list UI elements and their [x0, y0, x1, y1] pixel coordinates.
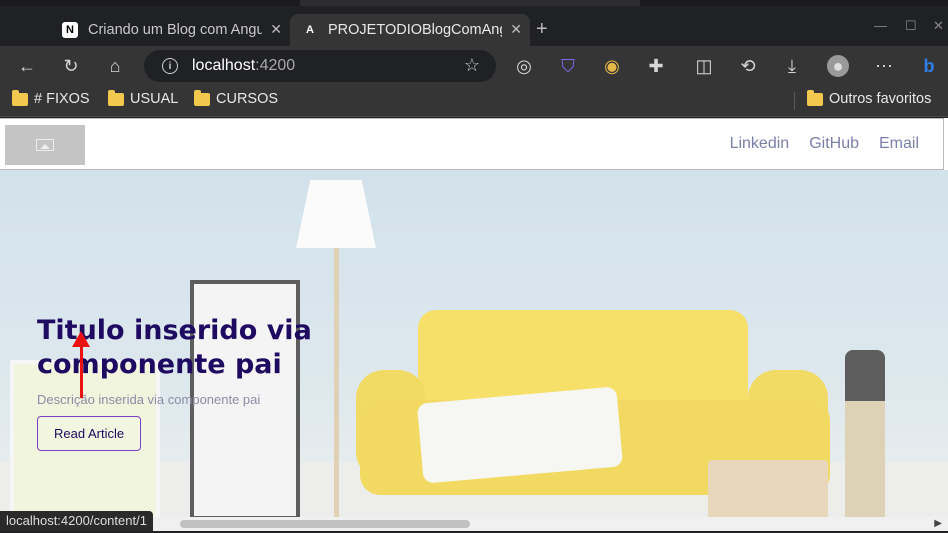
hero-description: Descrição inserida via componente pai — [37, 392, 261, 407]
annotation-arrow — [80, 338, 83, 398]
nav-link-github[interactable]: GitHub — [809, 135, 859, 153]
bookmark-outros-favoritos[interactable]: Outros favoritos — [807, 89, 932, 107]
bitwarden-shield-icon[interactable]: ⛉ — [557, 55, 579, 77]
hero-banner: Titulo inserido via componente pai Descr… — [0, 170, 948, 517]
hero-title: Titulo inserido via componente pai — [37, 315, 312, 380]
downloads-icon[interactable]: ⤓ — [781, 55, 803, 77]
address-bar[interactable]: i localhost :4200 ☆ — [144, 50, 496, 82]
new-tab-icon[interactable]: + — [536, 18, 548, 41]
back-icon[interactable]: ← — [16, 55, 38, 77]
site-logo-placeholder[interactable] — [5, 125, 85, 165]
address-host: localhost — [192, 57, 256, 74]
bookmark-label: # FIXOS — [34, 91, 90, 107]
bookmark-cursos[interactable]: CURSOS — [194, 89, 279, 107]
minimize-icon[interactable]: — — [874, 18, 887, 33]
tab-projeto-dio[interactable]: A PROJETODIOBlogComAngular ✕ — [290, 14, 530, 46]
site-info-icon[interactable]: i — [162, 58, 178, 74]
read-article-button[interactable]: Read Article — [37, 416, 142, 451]
folder-icon — [807, 89, 823, 106]
angular-favicon-icon: A — [306, 24, 314, 36]
status-bar-url: localhost:4200/content/1 — [0, 511, 153, 531]
folder-icon — [194, 89, 210, 106]
site-navbar: Linkedin GitHub Email — [0, 118, 944, 170]
browser-toolbar: ← ↻ ⌂ i localhost :4200 ☆ ◎ ⛉ ◉ ✚ ◫ ⟲ ⤓ … — [0, 46, 948, 86]
favorite-star-icon[interactable]: ☆ — [464, 55, 480, 76]
bookmarks-divider — [794, 92, 795, 110]
nav-link-linkedin[interactable]: Linkedin — [730, 135, 790, 153]
bookmarks-bar: # FIXOS USUAL CURSOS Outros favoritos — [0, 86, 948, 117]
bing-chat-icon[interactable]: b — [918, 55, 940, 77]
scrollbar-thumb[interactable] — [180, 520, 470, 528]
notion-favicon-icon: N — [62, 22, 78, 38]
bookmark-usual[interactable]: USUAL — [108, 89, 179, 107]
profile-avatar-icon[interactable]: ● — [827, 55, 849, 77]
nav-links: Linkedin GitHub Email — [730, 135, 919, 153]
home-icon[interactable]: ⌂ — [104, 55, 126, 77]
reload-icon[interactable]: ↻ — [60, 55, 82, 77]
bookmark-fixos[interactable]: # FIXOS — [12, 89, 90, 107]
history-icon[interactable]: ⟲ — [737, 55, 759, 77]
folder-icon — [108, 89, 124, 106]
bookmark-label: Outros favoritos — [829, 91, 932, 107]
tab-title: Criando um Blog com Angular — [88, 22, 262, 38]
extensions-puzzle-icon[interactable]: ✚ — [645, 55, 667, 77]
bookmark-label: CURSOS — [216, 91, 279, 107]
tab-criando-blog[interactable]: N Criando um Blog com Angular ✕ — [50, 14, 290, 46]
tab-bar: N Criando um Blog com Angular ✕ A PROJET… — [0, 6, 948, 46]
scroll-right-icon[interactable]: ▶ — [934, 518, 942, 529]
close-tab-icon[interactable]: ✕ — [510, 21, 522, 38]
tab-title: PROJETODIOBlogComAngular — [328, 22, 502, 38]
image-icon — [36, 139, 54, 151]
extension-glasses-icon[interactable]: ◎ — [513, 55, 535, 77]
close-tab-icon[interactable]: ✕ — [270, 21, 282, 38]
more-menu-icon[interactable]: ⋯ — [873, 55, 895, 77]
folder-icon — [12, 89, 28, 106]
address-port: :4200 — [255, 57, 296, 74]
split-screen-icon[interactable]: ◫ — [693, 55, 715, 77]
maximize-icon[interactable]: ☐ — [905, 18, 917, 34]
bookmark-label: USUAL — [130, 91, 179, 107]
extension-color-icon[interactable]: ◉ — [601, 55, 623, 77]
page-viewport: Linkedin GitHub Email Titulo inserido vi… — [0, 118, 948, 517]
nav-link-email[interactable]: Email — [879, 135, 919, 153]
close-window-icon[interactable]: ✕ — [933, 18, 944, 34]
